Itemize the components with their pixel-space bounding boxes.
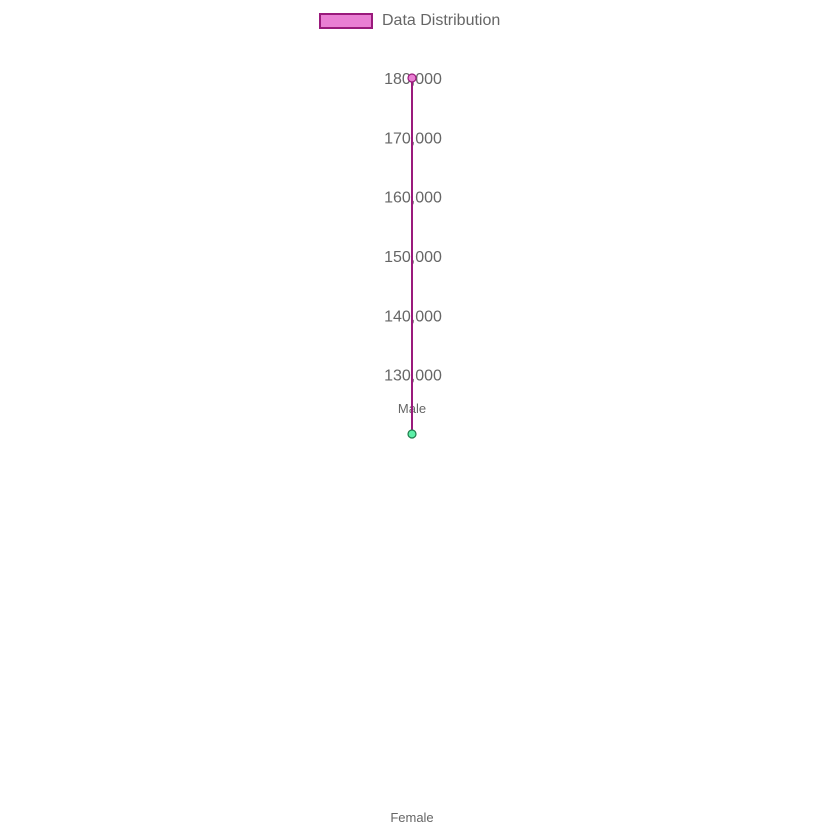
chart-plot-area: 130,000140,000150,000160,000170,000180,0… [384,71,442,825]
r-tick-label: 140,000 [384,308,442,325]
data-point-female[interactable] [407,429,417,439]
r-tick-label: 150,000 [384,249,442,266]
r-tick-label: 160,000 [384,190,442,207]
radar-chart: Data Distribution 130,000140,000150,0001… [0,0,825,825]
r-tick-label: 170,000 [384,130,442,147]
category-label-female: Female [390,810,433,825]
r-tick-label: 130,000 [384,368,442,385]
data-point-male[interactable] [407,73,417,83]
